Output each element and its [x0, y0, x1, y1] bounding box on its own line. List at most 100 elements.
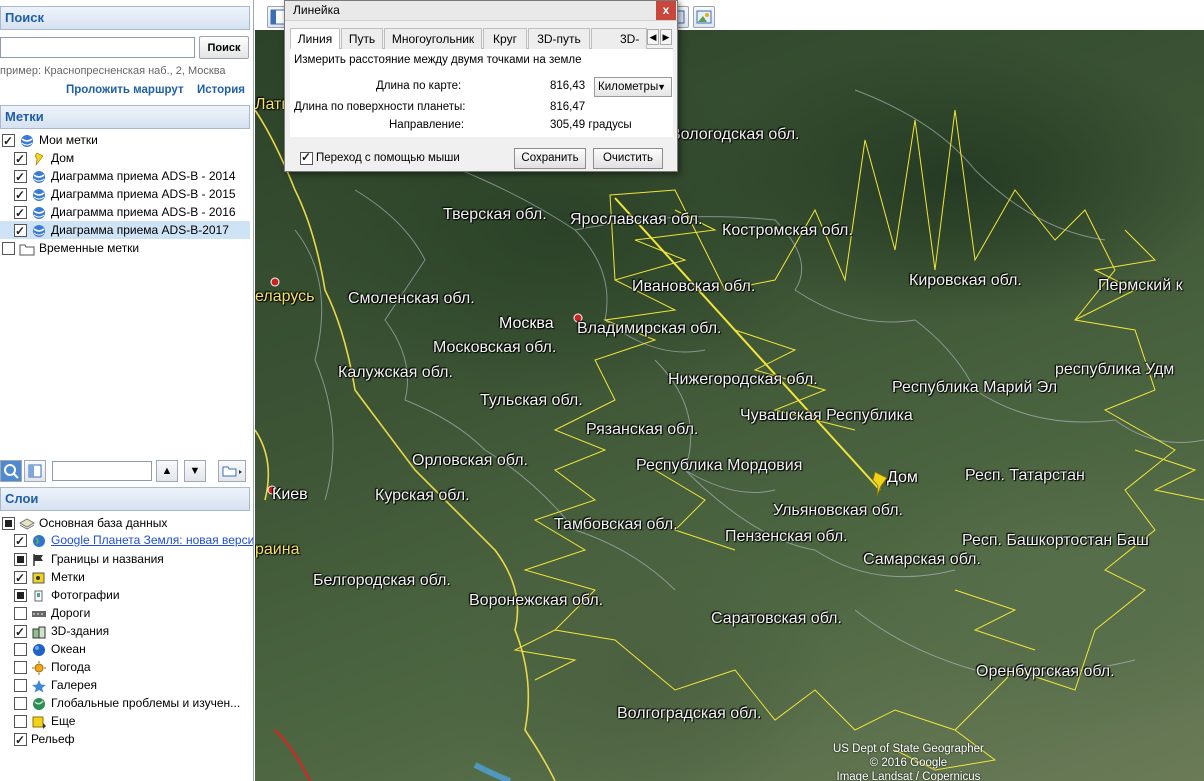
map-label: Пермский к	[1098, 277, 1183, 294]
checkbox[interactable]	[14, 643, 27, 657]
tab-3d-path[interactable]: 3D-путь	[528, 28, 590, 49]
chevron-down-icon: ▼	[657, 82, 666, 92]
tab-circle[interactable]: Круг	[483, 28, 527, 49]
checkbox[interactable]	[2, 517, 15, 531]
layer-ocean[interactable]: Океан	[14, 640, 253, 658]
places-item-adsb-2015[interactable]: Диаграмма приема ADS-B - 2015	[14, 185, 253, 204]
copyright-line: Image Landsat / Copernicus	[836, 771, 981, 781]
move-up-icon[interactable]: ▲	[156, 460, 178, 482]
tree-label: 3D-здания	[51, 624, 110, 638]
copyright-line: © 2016 Google	[869, 757, 948, 769]
layer-google-earth-news[interactable]: Google Планета Земля: новая верси	[14, 531, 253, 550]
places-item-adsb-2014[interactable]: Диаграмма приема ADS-B - 2014	[14, 167, 253, 186]
map-label: Рязанская обл.	[586, 421, 699, 438]
ruler-dialog: Линейка x Линия Путь Многоугольник Круг …	[284, 0, 678, 172]
layer-labels[interactable]: Метки	[14, 568, 253, 587]
save-button[interactable]: Сохранить	[514, 148, 586, 169]
search-panel-title: Поиск	[5, 10, 45, 25]
layer-borders[interactable]: Границы и названия	[14, 550, 253, 568]
ocean-icon	[31, 643, 47, 657]
tab-line[interactable]: Линия	[290, 28, 340, 50]
close-button[interactable]: x	[656, 1, 676, 20]
tab-polygon[interactable]: Многоугольник	[384, 28, 482, 49]
places-item-adsb-2016[interactable]: Диаграмма приема ADS-B - 2016	[14, 203, 253, 222]
places-item-adsb-2017[interactable]: Диаграмма приема ADS-B-2017	[0, 221, 250, 240]
places-filter-input[interactable]	[52, 461, 152, 481]
layer-gallery[interactable]: Галерея	[14, 676, 253, 694]
checkbox[interactable]	[14, 731, 27, 749]
ruler-titlebar[interactable]: Линейка	[285, 1, 677, 21]
checkbox[interactable]	[2, 242, 15, 256]
checkbox[interactable]	[14, 150, 27, 168]
tree-label: Диаграмма приема ADS-B - 2016	[51, 205, 236, 219]
unit-select[interactable]: Километры ▼	[594, 77, 672, 97]
map-length-value: 816,43	[550, 80, 586, 92]
checkbox[interactable]	[14, 589, 27, 603]
map-label-country: еларусь	[255, 288, 315, 305]
globe-icon	[31, 224, 47, 238]
layer-3d-buildings[interactable]: 3D-здания	[14, 622, 253, 641]
image-tool-icon[interactable]	[693, 6, 715, 28]
layer-roads[interactable]: Дороги	[14, 604, 253, 622]
checkbox[interactable]	[14, 553, 27, 567]
road-icon	[31, 607, 47, 621]
globe-icon	[19, 134, 35, 148]
map-label: республика Удм	[1055, 361, 1175, 378]
layer-primary-db[interactable]: Основная база данных	[2, 514, 252, 532]
clear-button[interactable]: Очистить	[593, 148, 663, 169]
checkbox[interactable]	[14, 715, 27, 729]
layer-link[interactable]: Google Планета Земля: новая верси	[51, 533, 253, 547]
mouse-nav-checkbox[interactable]	[300, 150, 313, 165]
places-item-my-places[interactable]: Мои метки	[2, 131, 252, 150]
tab-3d-polygon[interactable]: 3D-мн	[591, 28, 647, 49]
checkbox[interactable]	[14, 204, 27, 222]
layer-photos[interactable]: Фотографии	[14, 586, 253, 604]
checkbox[interactable]	[14, 168, 27, 186]
tree-label: Глобальные проблемы и изучен...	[51, 696, 241, 710]
places-toolbar: ▲ ▼	[0, 459, 250, 483]
tree-label: Диаграмма приема ADS-B - 2014	[51, 169, 236, 183]
route-link[interactable]: Проложить маршрут	[66, 84, 184, 96]
tree-label: Дом	[51, 151, 75, 165]
checkbox[interactable]	[14, 697, 27, 711]
tree-label: Метки	[51, 570, 85, 584]
copyright-line: US Dept of State Geographer	[833, 743, 984, 755]
tree-label: Диаграмма приема ADS-B-2017	[51, 223, 229, 237]
history-link[interactable]: История	[197, 84, 245, 96]
move-down-icon[interactable]: ▼	[184, 460, 206, 482]
layer-terrain[interactable]: Рельеф	[14, 730, 253, 749]
search-places-icon[interactable]	[0, 460, 22, 482]
checkbox[interactable]	[14, 569, 27, 587]
checkbox[interactable]	[14, 623, 27, 641]
checkbox[interactable]	[14, 661, 27, 675]
panel-toggle-icon[interactable]	[24, 460, 46, 482]
places-item-home[interactable]: Дом	[14, 149, 253, 168]
search-button[interactable]: Поиск	[199, 36, 249, 59]
places-panel-header[interactable]: Метки	[0, 105, 250, 129]
folder-menu-icon[interactable]	[218, 460, 246, 482]
checkbox[interactable]	[14, 679, 27, 693]
checkbox[interactable]	[14, 532, 27, 550]
layers-panel-header[interactable]: Слои	[0, 487, 250, 511]
layer-more[interactable]: Еще	[14, 712, 253, 730]
checkbox[interactable]	[14, 607, 27, 621]
places-item-temporary[interactable]: Временные метки	[2, 239, 252, 257]
tree-label: Галерея	[51, 678, 98, 692]
heading-label: Направление:	[389, 119, 465, 131]
ruler-description: Измерить расстояние между двумя точками …	[294, 54, 582, 66]
checkbox[interactable]	[14, 222, 27, 240]
search-input[interactable]	[0, 37, 195, 58]
checkbox[interactable]	[14, 186, 27, 204]
layers-icon	[19, 517, 35, 531]
globe-icon	[31, 206, 47, 220]
map-length-label: Длина по карте:	[376, 80, 462, 92]
layer-weather[interactable]: Погода	[14, 658, 253, 676]
map-label: Респ. Татарстан	[965, 467, 1085, 484]
ruler-footer: Переход с помощью мыши Сохранить Очистит…	[290, 141, 673, 169]
tab-scroll-right-icon[interactable]: ▶	[660, 29, 672, 45]
layer-global-awareness[interactable]: Глобальные проблемы и изучен...	[14, 694, 253, 712]
tab-scroll-left-icon[interactable]: ◀	[647, 29, 659, 45]
tab-path[interactable]: Путь	[341, 28, 383, 49]
checkbox[interactable]	[2, 132, 15, 150]
search-panel-header[interactable]: Поиск	[0, 6, 250, 30]
